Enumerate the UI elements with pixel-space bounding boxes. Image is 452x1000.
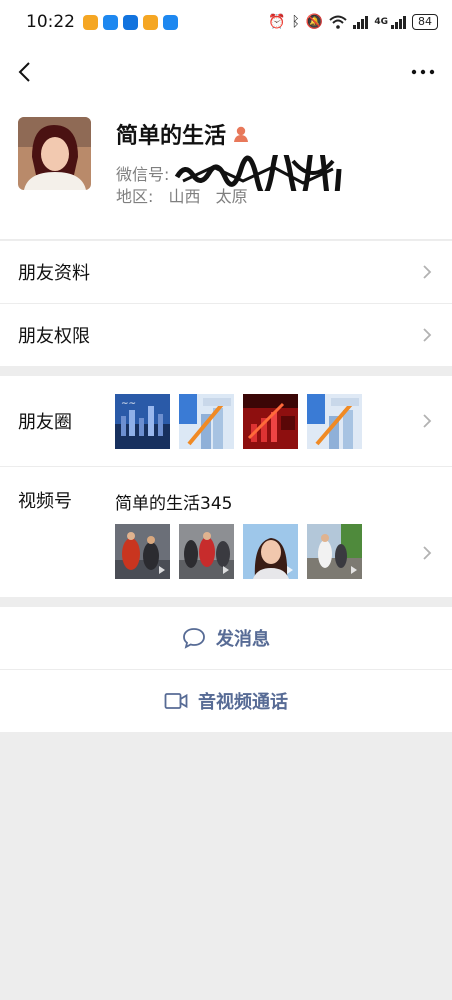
chevron-right-icon [423, 328, 432, 342]
contact-name: 简单的生活 [116, 124, 227, 149]
moments-thumbnail[interactable] [243, 394, 298, 449]
moments-cell[interactable]: 朋友圈 ~~ [0, 376, 452, 466]
chat-bubble-icon [183, 628, 205, 649]
channel-video-thumbnail[interactable] [307, 524, 362, 579]
name-row: 简单的生活 [116, 118, 250, 150]
signal-icon [391, 15, 406, 29]
channels-cell[interactable]: 视频号 简单的生活345 [0, 467, 452, 597]
qq-notification-icon [123, 14, 138, 30]
contact-profile-page: 10:22 ⏰ ᛒ 🔕 4G 84 简单的生活 微信号: 地区: 山西 太原 朋… [0, 0, 452, 1000]
channel-video-thumbnail[interactable] [243, 524, 298, 579]
send-message-label: 发消息 [216, 629, 270, 650]
bluetooth-icon: ᛒ [291, 14, 300, 30]
channel-name: 简单的生活345 [115, 494, 233, 514]
avatar[interactable] [18, 117, 91, 190]
av-call-label: 音视频通话 [198, 692, 288, 713]
alarm-icon: ⏰ [268, 14, 286, 30]
back-arrow-icon[interactable] [16, 60, 36, 84]
av-call-button[interactable]: 音视频通话 [0, 670, 452, 732]
channel-video-thumbnail[interactable] [179, 524, 234, 579]
svg-text:~~: ~~ [121, 399, 136, 409]
friend-permission-cell[interactable]: 朋友权限 [0, 304, 452, 366]
wifi-icon [329, 15, 348, 29]
moments-thumbnail[interactable]: ~~ [115, 394, 170, 449]
app-notification-icon [143, 14, 158, 30]
system-icons: ⏰ ᛒ 🔕 4G 84 [268, 14, 438, 30]
region-city: 太原 [215, 187, 248, 206]
video-call-icon [164, 693, 188, 709]
moments-label: 朋友圈 [18, 412, 72, 433]
region-province: 山西 [168, 187, 201, 206]
cloud-notification-icon [163, 14, 178, 30]
channel-video-thumbnail[interactable] [115, 524, 170, 579]
region-label: 地区: [116, 187, 154, 206]
status-time: 10:22 [26, 12, 75, 32]
more-options-icon[interactable] [410, 67, 436, 77]
moments-thumbnail[interactable] [179, 394, 234, 449]
moments-thumbnails: ~~ [115, 394, 362, 449]
network-type: 4G [374, 17, 388, 27]
channels-label: 视频号 [18, 491, 72, 512]
moments-thumbnail[interactable] [307, 394, 362, 449]
app-notification-icon [83, 14, 98, 30]
region-row: 地区: 山西 太原 [116, 183, 248, 207]
signal-icon [353, 15, 369, 29]
friend-info-cell[interactable]: 朋友资料 [0, 241, 452, 303]
nav-bar [0, 44, 452, 100]
send-message-button[interactable]: 发消息 [0, 607, 452, 669]
friend-permission-label: 朋友权限 [18, 326, 90, 347]
mute-icon: 🔕 [305, 14, 324, 30]
battery-indicator: 84 [412, 14, 438, 30]
profile-header: 简单的生活 微信号: 地区: 山西 太原 [0, 100, 452, 240]
notification-icons [83, 14, 178, 30]
message-notification-icon [103, 14, 118, 30]
channel-thumbnails [115, 524, 362, 579]
friend-info-label: 朋友资料 [18, 263, 90, 284]
chevron-right-icon [423, 546, 432, 560]
status-bar: 10:22 ⏰ ᛒ 🔕 4G 84 [0, 0, 452, 44]
wechat-id-label: 微信号: [116, 165, 170, 184]
female-icon [234, 126, 249, 142]
chevron-right-icon [423, 265, 432, 279]
chevron-right-icon [423, 414, 432, 428]
